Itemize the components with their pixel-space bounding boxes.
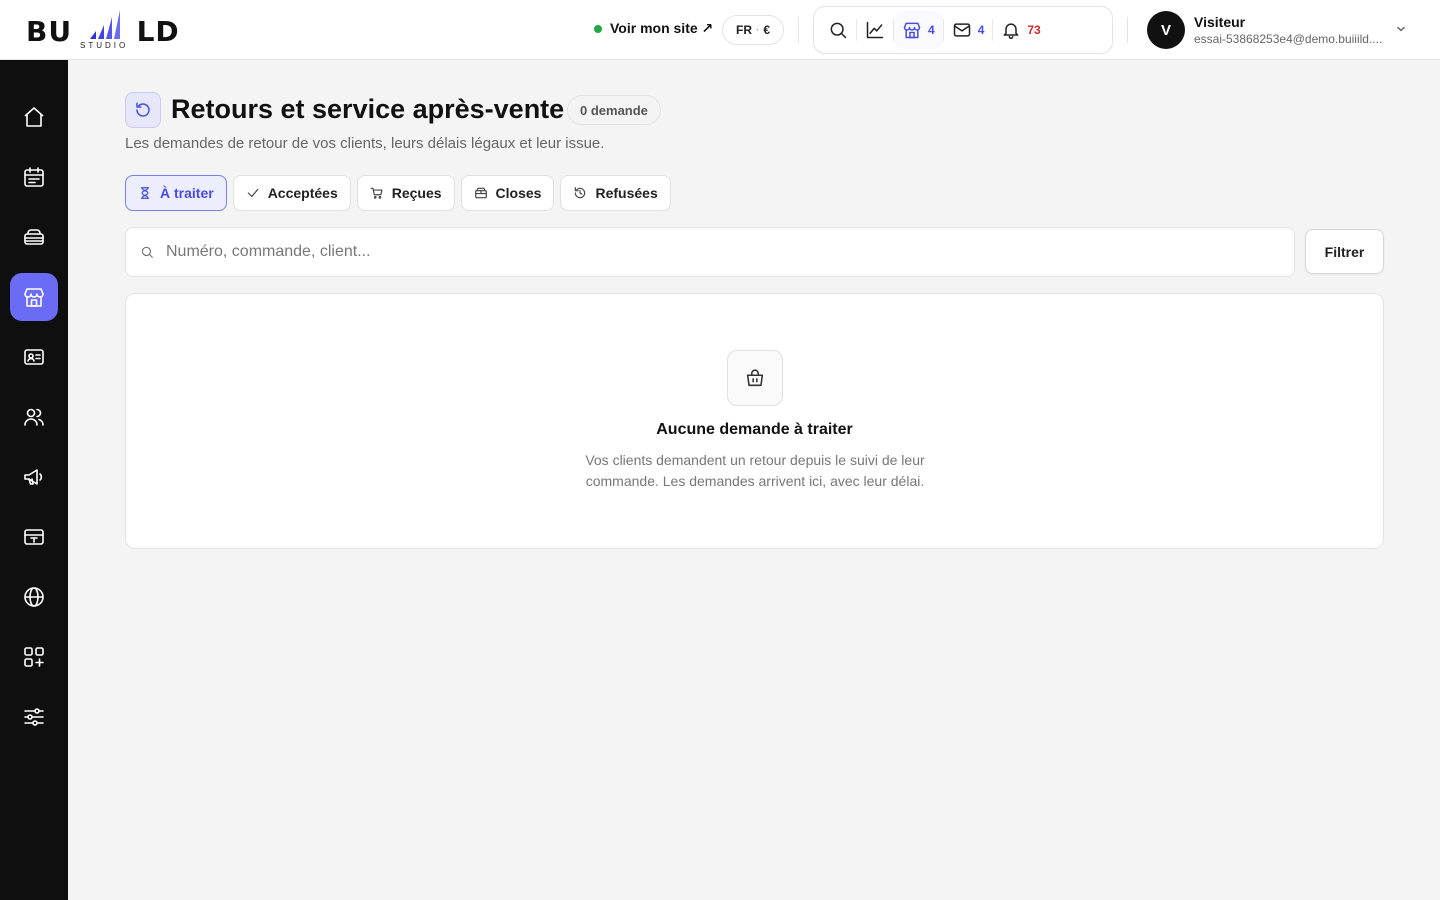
mail-count: 4 bbox=[977, 23, 985, 37]
users-icon bbox=[24, 408, 44, 426]
tab-label: Refusées bbox=[595, 185, 658, 201]
payment-card-icon bbox=[24, 529, 44, 545]
quick-actions-bar: 4 4 73 bbox=[813, 6, 1113, 54]
sidebar-item-store[interactable] bbox=[10, 273, 58, 321]
tab-label: À traiter bbox=[160, 185, 214, 201]
sidebar-item-contacts[interactable] bbox=[10, 333, 58, 381]
settings-sliders-icon bbox=[24, 708, 44, 726]
empty-state-icon-box bbox=[727, 350, 783, 406]
user-menu[interactable]: V Visiteur essai-53868253e4@demo.buiiild… bbox=[1147, 11, 1405, 49]
messages-button[interactable]: 4 bbox=[944, 11, 993, 49]
sidebar bbox=[0, 60, 68, 900]
locale-switcher[interactable]: FR · € bbox=[722, 15, 784, 45]
tab-label: Acceptées bbox=[267, 185, 338, 201]
page-subtitle: Les demandes de retour de vos clients, l… bbox=[125, 135, 605, 152]
divider bbox=[798, 17, 799, 43]
notification-count: 73 bbox=[1027, 23, 1041, 37]
tab-label: Reçues bbox=[391, 185, 442, 201]
home-icon bbox=[24, 107, 44, 127]
search-icon bbox=[830, 22, 847, 39]
page-title: Retours et service après-vente bbox=[171, 94, 565, 124]
view-site-label: Voir mon site ↗ bbox=[610, 20, 714, 36]
box-icon bbox=[474, 187, 487, 199]
analytics-button[interactable] bbox=[857, 11, 893, 49]
request-count-badge: 0 demande bbox=[567, 95, 661, 125]
notifications-button[interactable]: 73 bbox=[993, 11, 1048, 49]
sidebar-item-layers[interactable] bbox=[10, 213, 58, 261]
shopping-bag-icon bbox=[746, 369, 764, 387]
store-icon bbox=[903, 22, 921, 39]
sidebar-item-users[interactable] bbox=[10, 393, 58, 441]
check-icon bbox=[247, 188, 258, 198]
store-notifications-button[interactable]: 4 bbox=[894, 11, 943, 49]
empty-state-card: Aucune demande à traiter Vos clients dem… bbox=[125, 293, 1384, 549]
analytics-icon bbox=[866, 21, 884, 39]
tab-to-process[interactable]: À traiter bbox=[125, 175, 227, 211]
search-button[interactable] bbox=[820, 11, 856, 49]
sidebar-item-settings[interactable] bbox=[10, 693, 58, 741]
user-info: Visiteur essai-53868253e4@demo.buiiild..… bbox=[1194, 14, 1390, 46]
history-icon bbox=[575, 187, 586, 199]
hourglass-icon bbox=[140, 187, 150, 199]
avatar: V bbox=[1147, 11, 1185, 49]
contact-card-icon bbox=[24, 349, 44, 365]
user-email: essai-53868253e4@demo.buiiild.... bbox=[1194, 32, 1383, 46]
apps-add-icon bbox=[24, 647, 44, 667]
tab-closed[interactable]: Closes bbox=[460, 175, 555, 211]
sidebar-item-payments[interactable] bbox=[10, 513, 58, 561]
mail-icon bbox=[953, 23, 970, 37]
tab-refused[interactable]: Refusées bbox=[560, 175, 671, 211]
returns-header-icon bbox=[125, 92, 161, 128]
top-bar: BU LD STUDIO Voir mon site ↗ FR · € 4 4 … bbox=[0, 0, 1440, 60]
user-name: Visiteur bbox=[1194, 14, 1246, 30]
cart-icon bbox=[370, 187, 383, 199]
sidebar-item-home[interactable] bbox=[10, 93, 58, 141]
empty-state-text: Vos clients demandent un retour depuis l… bbox=[585, 452, 925, 489]
filter-button[interactable]: Filtrer bbox=[1305, 229, 1384, 274]
status-tabs: À traiter Acceptées Reçues Closes Refusé… bbox=[125, 175, 671, 211]
empty-state-title: Aucune demande à traiter bbox=[656, 421, 853, 438]
store-icon bbox=[24, 288, 44, 307]
locale-currency: € bbox=[763, 23, 771, 37]
logo-bars-icon bbox=[90, 10, 120, 39]
store-count: 4 bbox=[928, 23, 935, 37]
tab-received[interactable]: Reçues bbox=[356, 175, 455, 211]
divider bbox=[1127, 17, 1128, 43]
site-status-dot bbox=[594, 24, 602, 33]
tab-label: Closes bbox=[495, 185, 542, 201]
locale-lang: FR bbox=[735, 23, 752, 37]
sidebar-item-marketing[interactable] bbox=[10, 453, 58, 501]
view-site-link[interactable]: Voir mon site ↗ bbox=[594, 20, 713, 37]
search-input[interactable] bbox=[166, 243, 1266, 261]
sidebar-item-website[interactable] bbox=[10, 573, 58, 621]
chevron-down-icon bbox=[1397, 26, 1405, 32]
search-bar bbox=[125, 227, 1295, 277]
layers-icon bbox=[24, 229, 44, 245]
globe-icon bbox=[24, 587, 44, 607]
locale-separator: · bbox=[755, 24, 760, 36]
sidebar-item-apps[interactable] bbox=[10, 633, 58, 681]
sidebar-item-calendar[interactable] bbox=[10, 153, 58, 201]
megaphone-icon bbox=[24, 469, 43, 485]
logo-subtitle: STUDIO bbox=[80, 41, 129, 50]
rotate-ccw-icon bbox=[136, 102, 150, 117]
bell-icon bbox=[1003, 23, 1019, 40]
logo[interactable]: BU LD STUDIO bbox=[26, 9, 186, 51]
search-icon bbox=[141, 246, 153, 258]
tab-accepted[interactable]: Acceptées bbox=[232, 175, 351, 211]
calendar-icon bbox=[24, 167, 44, 187]
